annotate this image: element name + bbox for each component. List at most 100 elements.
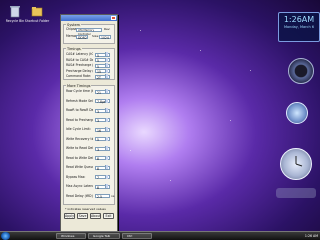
star (250, 70, 251, 71)
timing-label: Read Write Queue Bypass: (66, 165, 93, 169)
timing-label: Idle Cycle Limit: (66, 127, 91, 131)
timings-group: Timings CAS# Latency (tCL): 5 RAS# to CA… (63, 47, 115, 80)
reserved-note: * indicates reserved values (65, 207, 106, 211)
timing-row: Read to Write Delay (tRTW):8 (66, 155, 112, 161)
timing-row: Read to Precharge (tRTP):3 (66, 117, 112, 123)
chevron-down-icon[interactable] (105, 68, 108, 73)
memory-label: Memory: (66, 34, 76, 38)
timing-row: Read Delay (tRD): 2.5 ns (66, 193, 115, 200)
exit-button[interactable]: Exit (103, 213, 114, 219)
timing-label: Write Recovery time (tWR): (66, 136, 93, 141)
folder-icon (30, 4, 44, 18)
unit-label: ns (111, 193, 115, 198)
group-caption: More Timings (66, 84, 92, 88)
timing-label: CAS# Latency (tCL): (66, 52, 93, 56)
chipset-label: Chipset: (66, 27, 76, 31)
timing-row: RAS# Precharge (tRP): 5 (66, 63, 112, 69)
close-icon[interactable] (111, 16, 116, 20)
timing-row: Refresh Mode Select:7.8µs (66, 98, 112, 104)
chevron-down-icon[interactable] (105, 63, 108, 67)
memory-row: Memory: DDR2 Size: 1024 (66, 34, 112, 40)
size-value: 1024 (99, 34, 111, 40)
star (200, 50, 201, 51)
memory-value: DDR2 (76, 34, 88, 40)
clock-hands-icon (295, 156, 303, 167)
system-group: System Chipset: ATA Memory Controller Re… (63, 23, 115, 44)
chevron-down-icon[interactable] (105, 174, 108, 179)
timing-row: CAS# Latency (tCL): 5 (66, 52, 112, 58)
star (140, 30, 141, 31)
chevron-down-icon[interactable] (105, 117, 108, 122)
more-timings-group: More Timings Row Cycle time (tRC):21 Ref… (63, 84, 115, 205)
timing-label: RowR to RowR Delay (tRRD): (66, 108, 93, 112)
timing-label: Row Cycle time (tRC): (66, 89, 93, 93)
star (130, 150, 131, 151)
chevron-down-icon[interactable] (105, 57, 108, 62)
timing-row: Row Cycle time (tRC):21 (66, 89, 112, 95)
group-caption: Timings (66, 47, 82, 51)
chevron-down-icon[interactable] (105, 52, 108, 56)
sidebar: 1:26AM Monday, March 6 (270, 10, 320, 224)
chevron-down-icon[interactable] (105, 155, 108, 160)
timing-label: Bypass Max: (66, 174, 86, 179)
timing-row: Read Write Queue Bypass:8 (66, 165, 112, 171)
timing-label: RAS# Precharge (tRP): (66, 63, 93, 67)
taskbar-item[interactable]: Ctrl (122, 233, 152, 239)
timing-label: Max Async Latency: (66, 184, 93, 188)
system-tray: 1:26 AM (260, 232, 320, 240)
start-button[interactable] (1, 232, 10, 240)
window-titlebar[interactable] (61, 15, 117, 21)
media-gadget[interactable] (288, 58, 314, 84)
chevron-down-icon[interactable] (105, 146, 108, 150)
clock-gadget[interactable]: 1:26AM Monday, March 6 (278, 12, 320, 42)
taskbar-item[interactable]: Windows (56, 233, 86, 239)
apply-button[interactable]: Apply (64, 213, 75, 219)
save-button[interactable]: Save (77, 213, 88, 219)
chevron-down-icon[interactable] (105, 74, 108, 78)
timing-label: Precharge Delay (tRAS): (66, 68, 93, 73)
chevron-down-icon[interactable] (105, 165, 108, 169)
chevron-down-icon[interactable] (105, 89, 108, 93)
taskbar: Windows Google Talk Ctrl 1:26 AM (0, 231, 320, 240)
timing-label: RAS# to CAS# Delay (tRCD): (66, 57, 93, 62)
desktop-icon-shortcut-folder[interactable]: Shortcut Folder (24, 4, 50, 23)
chipset-value: ATA Memory Controller (76, 27, 102, 36)
taskbar-item[interactable]: Google Talk (88, 233, 120, 239)
timing-row: RAS# to CAS# Delay (tRCD): 5 (66, 57, 112, 63)
timing-row: Bypass Max: 7 (66, 174, 112, 180)
star (230, 120, 231, 121)
chevron-down-icon[interactable] (105, 184, 108, 188)
timing-label: Refresh Mode Select: (66, 98, 93, 103)
chevron-down-icon[interactable] (105, 136, 108, 141)
about-button[interactable]: About (90, 213, 101, 219)
timing-select[interactable]: 2.5 (95, 194, 110, 199)
recycle-bin-icon (8, 4, 22, 18)
chevron-down-icon[interactable] (105, 127, 108, 131)
slideshow-gadget[interactable] (276, 188, 316, 198)
timing-label: Read to Write Delay (tRTW): (66, 155, 93, 160)
timing-label: Read to Precharge (tRTP): (66, 117, 93, 122)
memory-timings-window: System Chipset: ATA Memory Controller Re… (60, 14, 118, 234)
chevron-down-icon[interactable] (105, 98, 108, 103)
timing-row: Write Recovery time (tWR):5 (66, 136, 112, 142)
rev-label: Rev: (104, 27, 111, 31)
timing-label: Command Rate: (66, 74, 92, 78)
analog-clock-gadget[interactable] (280, 148, 312, 180)
chevron-down-icon[interactable] (105, 108, 108, 112)
star (170, 180, 171, 181)
timing-row: Precharge Delay (tRAS): 15 (66, 68, 112, 74)
timing-label: Read Delay (tRD): (66, 193, 93, 198)
tray-clock[interactable]: 1:26 AM (305, 234, 318, 238)
chipset-row: Chipset: ATA Memory Controller Rev: (66, 27, 112, 36)
timing-row: Idle Cycle Limit: 16 (66, 127, 112, 133)
timing-row: Max Async Latency:8 (66, 184, 112, 190)
weather-gadget[interactable] (286, 102, 308, 124)
timing-row: RowR to RowR Delay (tRRD):3 (66, 108, 112, 114)
timing-label: Write to Read Delay (tWTR): (66, 146, 93, 150)
timing-row: Write to Read Delay (tWTR):3 (66, 146, 112, 152)
clock-date: Monday, March 6 (283, 25, 315, 29)
timing-row: Command Rate: 2T (66, 74, 112, 80)
desktop-icon-label: Shortcut Folder (24, 19, 50, 23)
clock-time: 1:26AM (283, 15, 315, 24)
button-row: Apply Save About Exit (64, 213, 114, 219)
